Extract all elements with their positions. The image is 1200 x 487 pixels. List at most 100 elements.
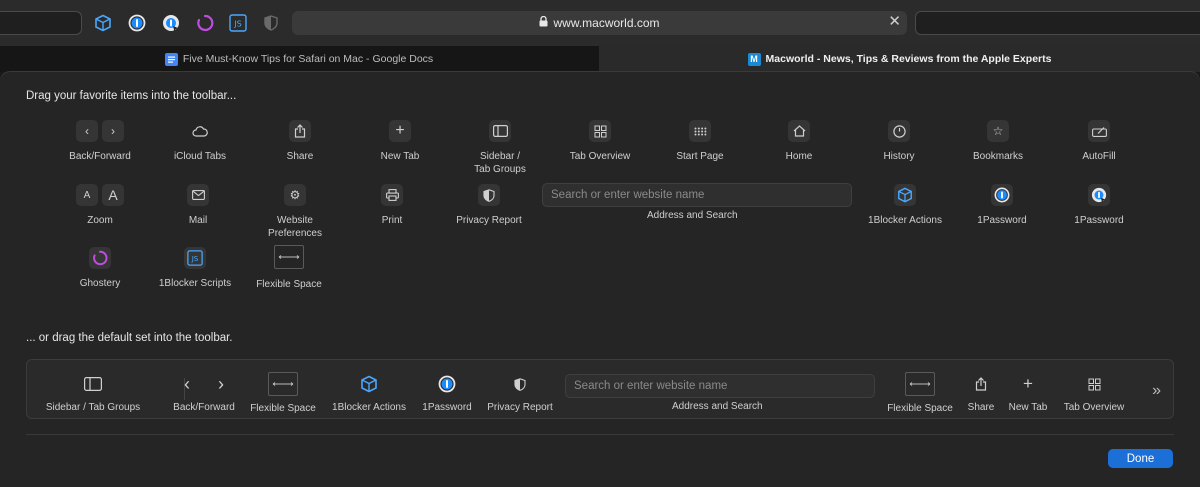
item-icloud-tabs[interactable]: iCloud Tabs [150, 120, 250, 163]
item-new-tab[interactable]: + New Tab [350, 120, 450, 163]
1password-mini-icon [1088, 184, 1110, 206]
item-mail[interactable]: Mail [148, 184, 248, 227]
item-ghostery[interactable]: Ghostery [50, 247, 150, 290]
item-bookmarks[interactable]: ☆ Bookmarks [948, 120, 1048, 163]
item-label: 1Blocker Actions [332, 402, 406, 413]
tab-google-docs[interactable]: Five Must-Know Tips for Safari on Mac - … [0, 46, 598, 72]
browser-toolbar: JS www.macworld.com ✕ [0, 0, 1200, 46]
item-label: Zoom [87, 215, 113, 226]
item-label: 1Blocker Scripts [158, 278, 232, 289]
docs-icon [164, 52, 178, 66]
default-flexible-space-1: Flexible Space [233, 372, 333, 415]
item-label: Privacy Report [456, 215, 522, 226]
sidebar-icon [489, 120, 511, 142]
clock-icon [888, 120, 910, 142]
item-label: New Tab [1008, 402, 1048, 413]
cloud-icon [189, 120, 211, 142]
item-label: Tab Overview [1063, 402, 1125, 413]
chevron-right-icon: › [102, 120, 124, 142]
item-label: Tab Overview [569, 151, 631, 162]
printer-icon [381, 184, 403, 206]
zoom-in-icon: A [102, 184, 124, 206]
1blocker-icon[interactable] [92, 12, 114, 34]
home-icon [788, 120, 810, 142]
item-share[interactable]: Share [250, 120, 350, 163]
item-privacy-report[interactable]: Privacy Report [439, 184, 539, 227]
item-home[interactable]: Home [749, 120, 849, 163]
sidebar-icon [82, 373, 104, 395]
ghostery-icon[interactable] [194, 12, 216, 34]
autofill-icon [1088, 120, 1110, 142]
toolbar-left-field[interactable] [0, 11, 82, 35]
item-flexible-space[interactable]: Flexible Space [239, 244, 339, 291]
tab-bar: Five Must-Know Tips for Safari on Mac - … [0, 46, 1200, 72]
item-label: iCloud Tabs [173, 151, 227, 162]
divider [26, 434, 1174, 435]
mail-icon [187, 184, 209, 206]
svg-text:JS: JS [233, 20, 241, 29]
item-label: Back/Forward [173, 402, 235, 413]
plus-icon: + [1023, 374, 1033, 393]
address-search-label: Address and Search [672, 401, 763, 412]
1password-icon[interactable] [126, 12, 148, 34]
item-label: Sidebar / Tab Groups [45, 402, 141, 413]
shield-icon [478, 184, 500, 206]
item-label: 1Password [1074, 215, 1124, 226]
item-1password[interactable]: 1Password [952, 184, 1052, 227]
item-website-preferences[interactable]: ⚙ Website Preferences [245, 184, 345, 240]
1password-icon [436, 373, 458, 395]
item-start-page[interactable]: Start Page [650, 120, 750, 163]
address-search-field: Search or enter website name [565, 374, 875, 398]
flexible-space-icon [905, 372, 935, 396]
item-autofill[interactable]: AutoFill [1049, 120, 1149, 163]
shield-icon [509, 373, 531, 395]
item-back-forward[interactable]: ‹ › Back/Forward [50, 120, 150, 163]
toolbar-right-field[interactable] [915, 11, 1200, 35]
share-icon [289, 120, 311, 142]
item-label: Privacy Report [487, 402, 553, 413]
item-zoom[interactable]: A A Zoom [50, 184, 150, 227]
1blocker-scripts-icon: JS [184, 247, 206, 269]
item-label: History [883, 151, 915, 162]
dots-grid-icon [689, 120, 711, 142]
item-label: 1Blocker Actions [868, 215, 942, 226]
plus-icon: + [389, 120, 411, 142]
item-label: 1Password [977, 215, 1027, 226]
1password-icon [991, 184, 1013, 206]
default-toolbar-set[interactable]: Sidebar / Tab Groups ‹ › Back/Forward Fl… [26, 359, 1174, 419]
1blocker-icon [358, 373, 380, 395]
item-print[interactable]: Print [342, 184, 442, 227]
overflow-chevron-icon: » [1152, 382, 1161, 399]
grid-icon [1083, 373, 1105, 395]
item-1password-mini[interactable]: 1Password [1049, 184, 1149, 227]
1blocker-scripts-icon[interactable]: JS [227, 12, 249, 34]
chevron-left-icon: ‹ [76, 120, 98, 142]
item-history[interactable]: History [849, 120, 949, 163]
item-1blocker-actions[interactable]: 1Blocker Actions [855, 184, 955, 227]
1password-mini-icon[interactable] [160, 12, 182, 34]
tab-macworld[interactable]: M Macworld - News, Tips & Reviews from t… [599, 46, 1200, 72]
clear-icon[interactable]: ✕ [888, 14, 901, 30]
item-label: Website Preferences [268, 215, 322, 239]
1blocker-icon [894, 184, 916, 206]
tab-title: Five Must-Know Tips for Safari on Mac - … [182, 53, 434, 65]
item-sidebar[interactable]: Sidebar / Tab Groups [450, 120, 550, 176]
address-bar[interactable]: www.macworld.com ✕ [292, 11, 907, 35]
item-label: Start Page [676, 151, 724, 162]
item-label: Print [381, 215, 403, 226]
item-label: Flexible Space [250, 403, 316, 414]
item-label: Share [286, 151, 314, 162]
item-tab-overview[interactable]: Tab Overview [550, 120, 650, 163]
item-label: 1Password [422, 402, 472, 413]
item-1blocker-scripts[interactable]: JS 1Blocker Scripts [145, 247, 245, 290]
gear-icon: ⚙ [284, 184, 306, 206]
zoom-out-icon: A [76, 184, 98, 206]
default-tab-overview: Tab Overview [1054, 373, 1134, 414]
default-sidebar: Sidebar / Tab Groups [43, 373, 143, 414]
item-label: AutoFill [1082, 151, 1116, 162]
address-search-field[interactable]: Search or enter website name [542, 183, 852, 207]
flexible-space-icon [274, 245, 304, 269]
privacy-shield-icon[interactable] [260, 12, 282, 34]
done-button[interactable]: Done [1108, 449, 1173, 468]
svg-text:JS: JS [191, 254, 199, 263]
